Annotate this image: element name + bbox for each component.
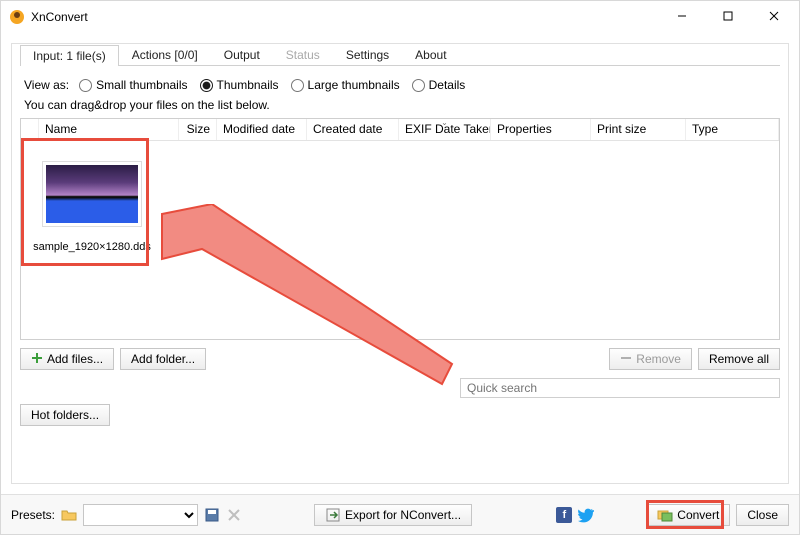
col-modified[interactable]: Modified date: [217, 119, 307, 140]
hot-folders-row: Hot folders...: [20, 404, 780, 426]
file-thumbnail-item[interactable]: sample_1920×1280.dds: [33, 151, 151, 271]
tab-settings[interactable]: Settings: [333, 44, 402, 65]
tab-input[interactable]: Input: 1 file(s): [20, 45, 119, 66]
add-folder-button[interactable]: Add folder...: [120, 348, 206, 370]
sort-indicator-icon: ⌄: [441, 119, 448, 127]
main-panel: Input: 1 file(s) Actions [0/0] Output St…: [11, 43, 789, 484]
presets-label: Presets:: [11, 508, 55, 522]
button-label: Add files...: [47, 352, 103, 366]
view-option-label: Large thumbnails: [308, 78, 400, 92]
button-label: Remove: [636, 352, 681, 366]
close-button[interactable]: [751, 1, 797, 31]
col-size[interactable]: Size: [179, 119, 217, 140]
maximize-button[interactable]: [705, 1, 751, 31]
view-thumbnails[interactable]: Thumbnails: [200, 78, 279, 92]
col-check[interactable]: [21, 119, 39, 140]
facebook-icon[interactable]: f: [556, 507, 572, 523]
remove-button[interactable]: Remove: [609, 348, 692, 370]
view-as-label: View as:: [24, 78, 69, 92]
button-label: Export for NConvert...: [345, 508, 461, 522]
view-as-row: View as: Small thumbnails Thumbnails Lar…: [24, 76, 780, 94]
plus-icon: [31, 352, 43, 367]
tab-actions[interactable]: Actions [0/0]: [119, 44, 211, 65]
col-name[interactable]: Name: [39, 119, 179, 140]
tab-output[interactable]: Output: [211, 44, 273, 65]
app-window: XnConvert Input: 1 file(s) Actions [0/0]…: [0, 0, 800, 535]
view-option-label: Details: [429, 78, 466, 92]
tab-about[interactable]: About: [402, 44, 459, 65]
thumbnail-image: [42, 161, 142, 227]
minus-icon: [620, 352, 632, 367]
view-small-thumbnails[interactable]: Small thumbnails: [79, 78, 187, 92]
view-option-label: Thumbnails: [217, 78, 279, 92]
save-icon[interactable]: [204, 507, 220, 523]
col-exif[interactable]: ⌄EXIF Date Taken: [399, 119, 491, 140]
list-buttons-row: Add files... Add folder... Remove Remove…: [20, 348, 780, 370]
col-type[interactable]: Type: [686, 119, 779, 140]
col-label: EXIF Date Taken: [405, 122, 491, 136]
add-files-button[interactable]: Add files...: [20, 348, 114, 370]
col-created[interactable]: Created date: [307, 119, 399, 140]
app-icon: [9, 9, 25, 25]
hot-folders-button[interactable]: Hot folders...: [20, 404, 110, 426]
search-row: [20, 378, 780, 398]
dragdrop-hint: You can drag&drop your files on the list…: [24, 98, 780, 112]
file-list[interactable]: Name Size Modified date Created date ⌄EX…: [20, 118, 780, 340]
convert-button[interactable]: Convert: [646, 504, 730, 526]
app-title: XnConvert: [31, 10, 88, 24]
col-properties[interactable]: Properties: [491, 119, 591, 140]
export-icon: [325, 507, 341, 523]
delete-icon[interactable]: [226, 507, 242, 523]
convert-icon: [657, 507, 673, 523]
export-nconvert-button[interactable]: Export for NConvert...: [314, 504, 472, 526]
view-large-thumbnails[interactable]: Large thumbnails: [291, 78, 400, 92]
thumbnail-filename: sample_1920×1280.dds: [33, 241, 151, 253]
remove-all-button[interactable]: Remove all: [698, 348, 780, 370]
folder-open-icon[interactable]: [61, 507, 77, 523]
presets-select[interactable]: [83, 504, 198, 526]
twitter-icon[interactable]: [578, 507, 594, 523]
view-option-label: Small thumbnails: [96, 78, 187, 92]
view-details[interactable]: Details: [412, 78, 466, 92]
quick-search-input[interactable]: [460, 378, 780, 398]
window-controls: [659, 1, 797, 31]
list-header: Name Size Modified date Created date ⌄EX…: [21, 119, 779, 141]
close-app-button[interactable]: Close: [736, 504, 789, 526]
minimize-button[interactable]: [659, 1, 705, 31]
tab-status: Status: [273, 44, 333, 65]
col-printsize[interactable]: Print size: [591, 119, 686, 140]
bottom-bar: Presets: Export for NConvert... f Conver…: [1, 494, 799, 534]
tab-bar: Input: 1 file(s) Actions [0/0] Output St…: [20, 44, 780, 66]
button-label: Convert: [677, 508, 719, 522]
